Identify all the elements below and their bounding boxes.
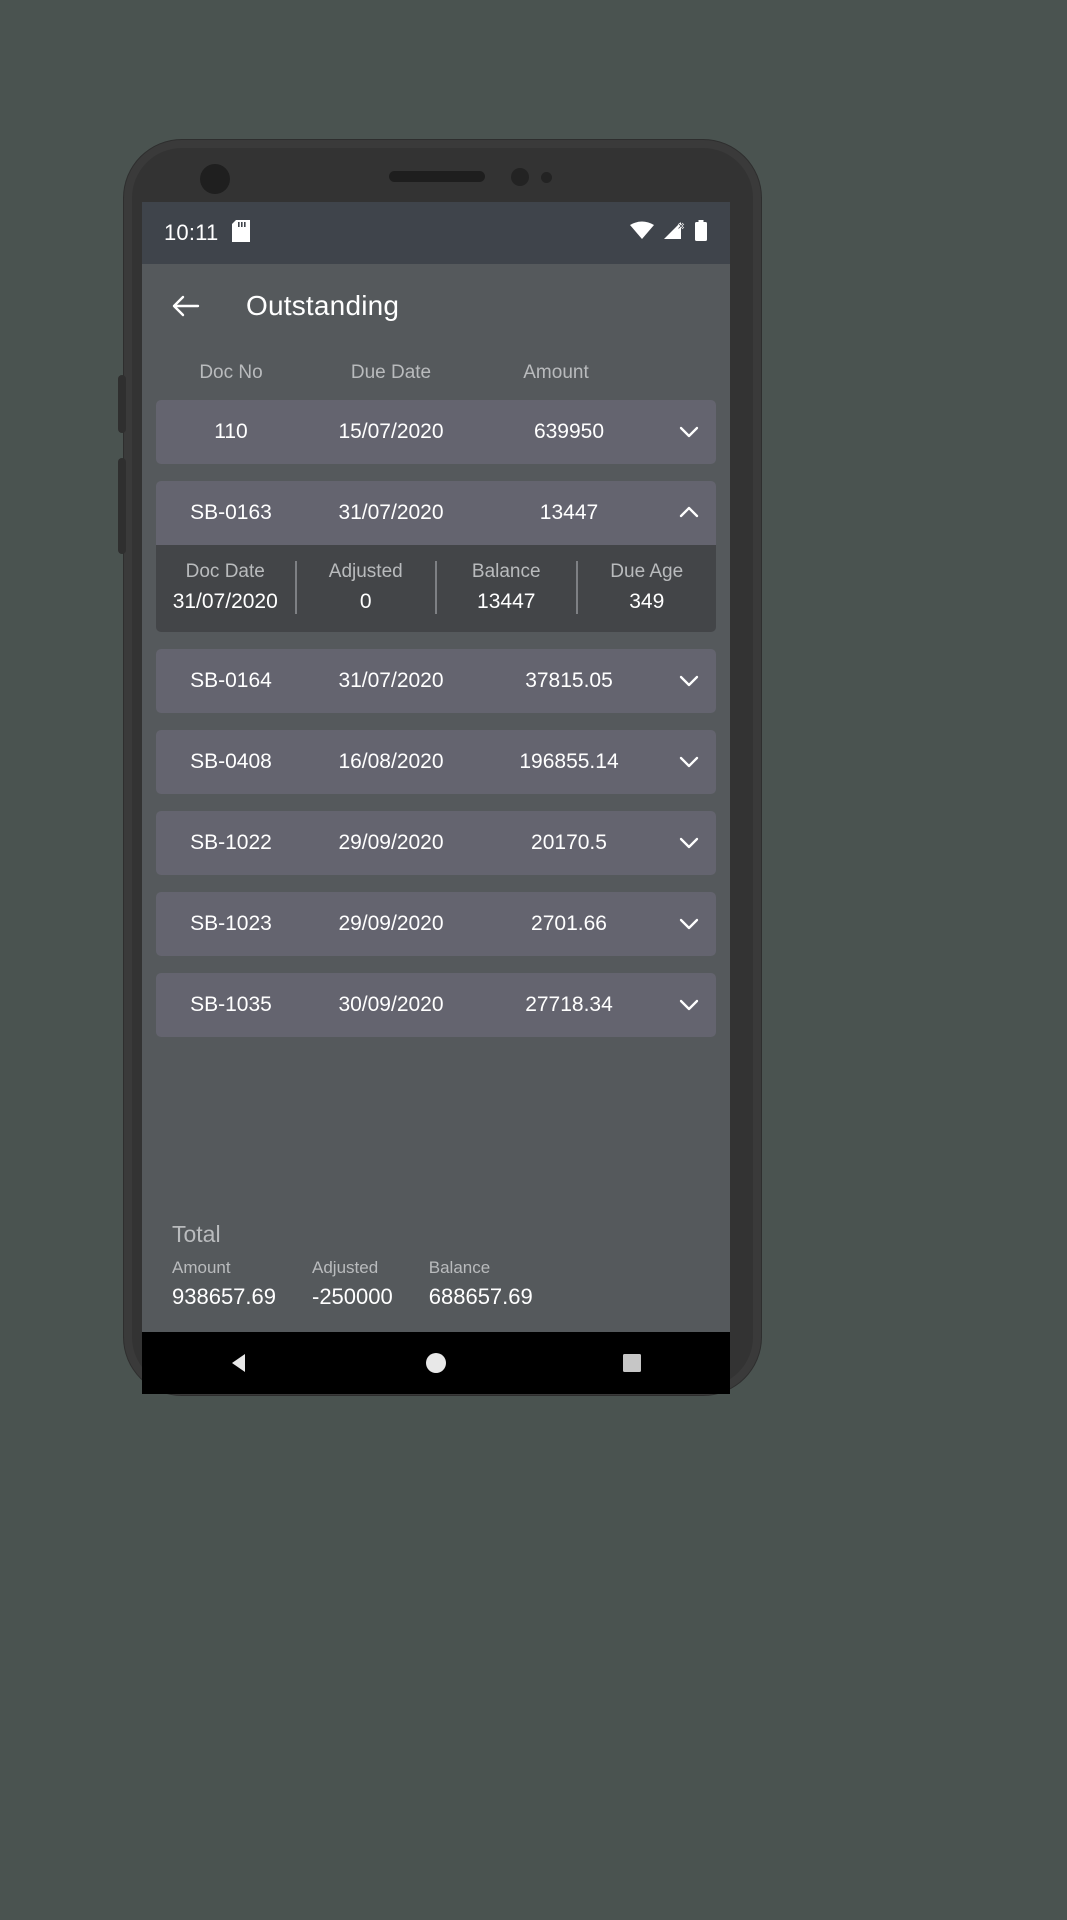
total-adjusted: Adjusted -250000 <box>312 1258 393 1310</box>
chevron-down-icon[interactable] <box>662 749 716 775</box>
chevron-down-icon[interactable] <box>662 419 716 445</box>
total-balance-label: Balance <box>428 1258 491 1277</box>
table-row[interactable]: SB-0408 16/08/2020 196855.14 <box>156 730 716 794</box>
page-content: Doc No Due Date Amount 110 15/07/2020 6399… <box>142 348 730 1332</box>
table-row[interactable]: SB-1022 29/09/2020 20170.5 <box>156 811 716 875</box>
wifi-icon <box>630 221 654 246</box>
table-row[interactable]: SB-0163 31/07/2020 13447 <box>156 481 716 545</box>
detail-adjusted-label: Adjusted <box>328 561 403 582</box>
cell-doc-no: SB-0408 <box>190 750 272 773</box>
back-arrow-icon[interactable] <box>168 289 202 323</box>
cell-due-date: 29/09/2020 <box>338 831 444 854</box>
cell-amount: 37815.05 <box>525 669 613 692</box>
cell-amount: 196855.14 <box>519 750 619 773</box>
cell-doc-no: SB-1023 <box>190 912 272 935</box>
cell-amount: 639950 <box>533 420 605 443</box>
detail-due-age: Due Age 349 <box>575 561 717 614</box>
totals-title: Total <box>172 1221 221 1247</box>
battery-icon <box>694 219 708 247</box>
chevron-up-icon[interactable] <box>662 500 716 526</box>
cell-due-date: 31/07/2020 <box>338 669 444 692</box>
power-button[interactable] <box>118 375 126 433</box>
totals-row: Amount 938657.69 Adjusted -250000 Balanc… <box>172 1258 706 1310</box>
volume-button[interactable] <box>118 458 126 554</box>
column-header-amount: Amount <box>523 362 589 383</box>
cell-amount: 27718.34 <box>525 993 613 1016</box>
cell-due-date: 16/08/2020 <box>338 750 444 773</box>
total-amount-value: 938657.69 <box>172 1284 276 1309</box>
column-header-due-date: Due Date <box>350 362 432 383</box>
chevron-down-icon[interactable] <box>662 911 716 937</box>
total-amount-label: Amount <box>172 1258 231 1277</box>
cell-doc-no: SB-1022 <box>190 831 272 854</box>
nav-home-icon[interactable] <box>401 1332 471 1394</box>
totals-section: Total Amount 938657.69 Adjusted -250000 … <box>142 1221 730 1332</box>
outstanding-list: 110 15/07/2020 639950 SB-0163 31/07/2020 1344… <box>142 400 730 1054</box>
detail-due-age-value: 349 <box>629 590 665 613</box>
table-row[interactable]: SB-1035 30/09/2020 27718.34 <box>156 973 716 1037</box>
detail-balance-value: 13447 <box>477 590 536 613</box>
light-sensor-icon <box>541 172 552 183</box>
sd-card-icon <box>232 219 251 247</box>
chevron-down-icon[interactable] <box>662 992 716 1018</box>
page-title: Outstanding <box>246 290 400 321</box>
detail-due-age-label: Due Age <box>610 561 684 582</box>
detail-balance-label: Balance <box>471 561 541 582</box>
cell-doc-no: SB-0164 <box>190 669 272 692</box>
earpiece-speaker <box>389 171 485 182</box>
total-amount: Amount 938657.69 <box>172 1258 276 1310</box>
total-balance: Balance 688657.69 <box>429 1258 533 1310</box>
total-balance-value: 688657.69 <box>428 1284 533 1309</box>
status-left-icons <box>232 219 251 247</box>
detail-doc-date-label: Doc Date <box>185 561 265 582</box>
cell-doc-no: 110 <box>214 420 248 443</box>
column-header-doc-no: Doc No <box>199 362 263 383</box>
chevron-down-icon[interactable] <box>662 668 716 694</box>
cell-doc-no: SB-1035 <box>190 993 272 1016</box>
android-navigation-bar <box>142 1332 730 1394</box>
total-adjusted-value: -250000 <box>312 1284 393 1309</box>
detail-doc-date: Doc Date 31/07/2020 <box>156 561 295 614</box>
nav-recents-icon[interactable] <box>597 1332 667 1394</box>
cell-amount: 20170.5 <box>531 831 607 854</box>
app-bar: Outstanding <box>142 264 730 348</box>
status-bar: 10:11 <box>142 202 730 264</box>
detail-adjusted: Adjusted 0 <box>294 561 436 614</box>
phone-device: 10:11 Outstanding Doc No Due Date Amount… <box>118 140 761 1395</box>
nav-back-icon[interactable] <box>205 1332 275 1394</box>
detail-doc-date-value: 31/07/2020 <box>172 590 278 613</box>
detail-balance: Balance 13447 <box>435 561 576 614</box>
front-camera-icon <box>200 164 230 194</box>
table-row[interactable]: 110 15/07/2020 639950 <box>156 400 716 464</box>
status-time: 10:11 <box>164 220 219 245</box>
cell-due-date: 29/09/2020 <box>338 912 444 935</box>
table-row[interactable]: SB-0164 31/07/2020 37815.05 <box>156 649 716 713</box>
phone-screen: 10:11 Outstanding Doc No Due Date Amount… <box>142 202 730 1332</box>
detail-adjusted-value: 0 <box>359 590 372 613</box>
cell-due-date: 15/07/2020 <box>338 420 444 443</box>
chevron-down-icon[interactable] <box>662 830 716 856</box>
status-right-icons <box>630 219 708 247</box>
proximity-sensor-icon <box>511 168 529 186</box>
table-column-header: Doc No Due Date Amount <box>142 348 730 400</box>
cell-signal-icon <box>663 221 685 246</box>
screenshot-stage: 10:11 Outstanding Doc No Due Date Amount… <box>0 0 1067 1920</box>
cell-due-date: 31/07/2020 <box>338 501 444 524</box>
cell-amount: 2701.66 <box>531 912 607 935</box>
row-detail-panel: Doc Date 31/07/2020 Adjusted 0 Balance 13447 D… <box>156 545 716 632</box>
cell-doc-no: SB-0163 <box>190 501 272 524</box>
cell-amount: 13447 <box>539 501 599 524</box>
total-adjusted-label: Adjusted <box>312 1258 379 1277</box>
table-row[interactable]: SB-1023 29/09/2020 2701.66 <box>156 892 716 956</box>
cell-due-date: 30/09/2020 <box>338 993 444 1016</box>
